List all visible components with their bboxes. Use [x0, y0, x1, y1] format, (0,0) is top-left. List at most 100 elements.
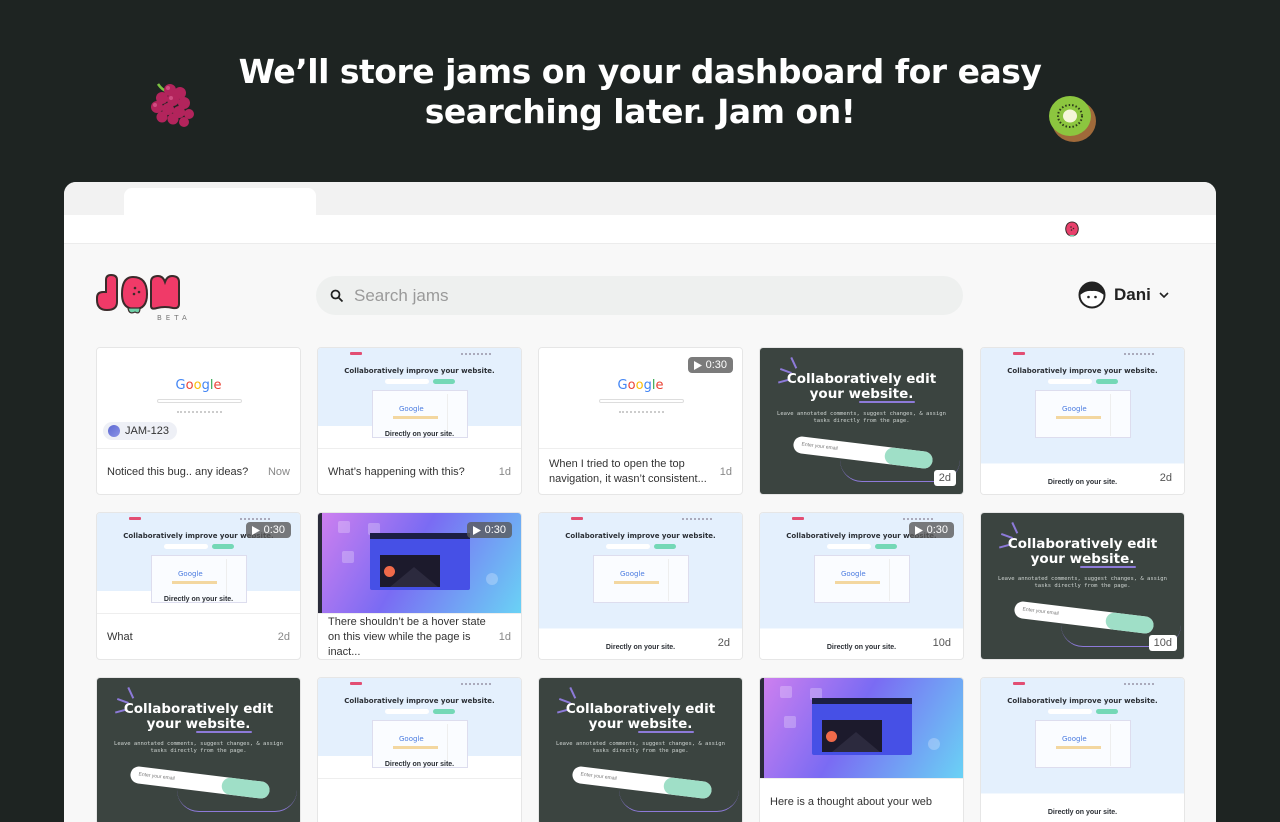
thumb-headline: Collaboratively improve your website. — [344, 697, 495, 705]
thumb-headline: Collaboratively improve your website. — [1007, 367, 1158, 375]
thumb-edge — [760, 678, 764, 778]
underline-stroke — [638, 731, 694, 733]
thumb-headline-line-2: your website. — [1030, 551, 1135, 567]
card-footer: There shouldn’t be a hover state on this… — [318, 613, 521, 659]
jam-card[interactable]: 0:30 There shouldn’t be a hover state on… — [317, 512, 522, 660]
jam-card[interactable]: Collaboratively edit your website. Leave… — [980, 512, 1185, 660]
thumb-subtext-line-2: tasks directly from the page. — [592, 748, 689, 754]
play-icon — [472, 525, 481, 535]
linear-icon — [108, 425, 120, 437]
illustration-mountain — [390, 567, 438, 587]
thumb-input — [606, 544, 650, 549]
jam-card[interactable]: Collaboratively improve your website. Go… — [317, 677, 522, 822]
underline-stroke — [1080, 566, 1136, 568]
jam-time: Now — [267, 465, 290, 478]
thumb-sidebar — [226, 559, 244, 601]
thumb-subtext-line-1: Leave annotated comments, suggest change… — [777, 411, 946, 417]
thumb-arrow — [619, 790, 739, 812]
sparkle-line — [790, 356, 798, 369]
jam-card[interactable]: Collaboratively edit your website. Leave… — [759, 347, 964, 495]
user-menu[interactable]: Dani — [1078, 281, 1169, 309]
thumb-screenshot: Google — [593, 555, 689, 603]
thumb-button — [1096, 379, 1118, 384]
sparkle-line — [127, 686, 135, 699]
thumb-input — [164, 544, 208, 549]
thumb-footer-text: Directly on your site. — [384, 431, 455, 438]
browser-tab[interactable] — [124, 188, 316, 216]
thumb-sidebar — [447, 724, 465, 766]
thumbnail-landing-light: Collaboratively improve your website. Go… — [97, 513, 300, 613]
jam-card[interactable]: Google 0:30 When I tried to open the top… — [538, 347, 743, 495]
thumb-subtext: Leave annotated comments, suggest change… — [760, 411, 963, 425]
jam-card[interactable]: Collaboratively improve your website. Go… — [980, 677, 1185, 822]
thumbnail-landing-dark: Collaboratively edit your website. Leave… — [760, 348, 963, 494]
user-name: Dani — [1114, 285, 1151, 304]
jam-logo[interactable]: BETA — [95, 274, 195, 322]
mini-logo — [571, 517, 583, 520]
thumb-button — [212, 544, 234, 549]
thumb-subtext-line-1: Leave annotated comments, suggest change… — [998, 576, 1167, 582]
sparkle-line — [569, 686, 577, 699]
thumb-sidebar — [668, 559, 686, 601]
thumb-google-logo: Google — [1062, 405, 1087, 413]
kiwi-icon — [1049, 96, 1096, 142]
mini-logo — [1013, 352, 1025, 355]
thumb-subtext: Leave annotated comments, suggest change… — [981, 576, 1184, 590]
mini-logo — [1013, 682, 1025, 685]
thumb-button — [1096, 709, 1118, 714]
video-duration-badge: 0:30 — [908, 522, 954, 538]
thumb-email-placeholder: Enter your email — [138, 771, 176, 782]
thumb-subtext-line-1: Leave annotated comments, suggest change… — [114, 741, 283, 747]
thumb-footer-text: Directly on your site. — [1047, 479, 1118, 486]
thumb-subtext-line-2: tasks directly from the page. — [1034, 583, 1131, 589]
thumb-headline-line-1: Collaboratively edit — [786, 371, 937, 387]
mini-logo — [350, 352, 362, 355]
mini-nav — [682, 518, 712, 520]
thumbnail-landing-light: Collaboratively improve your website. Go… — [539, 513, 742, 659]
mini-logo — [792, 517, 804, 520]
thumb-headline: Collaboratively edit your website. — [539, 702, 742, 732]
thumbnail-landing-dark: Collaboratively edit your website. Leave… — [97, 678, 300, 822]
jam-title: There shouldn’t be a hover state on this… — [328, 615, 486, 658]
underline-stroke — [196, 731, 252, 733]
google-buttons — [619, 411, 664, 414]
search-input[interactable] — [354, 285, 914, 306]
thumb-google-logo: Google — [620, 570, 645, 578]
jam-card[interactable]: Google JAM-123 Noticed this bug.. any id… — [96, 347, 301, 495]
thumbnail-google: Google 0:30 — [539, 348, 742, 448]
thumb-footer-text: Directly on your site. — [163, 596, 234, 603]
jam-dashboard: BETA Dani Google JAM-123 Noticed this b — [64, 244, 1216, 822]
video-duration-badge: 0:30 — [245, 522, 291, 538]
thumb-headline: Collaboratively edit your website. — [981, 537, 1184, 567]
jam-extension-icon[interactable] — [1064, 221, 1080, 238]
jam-card[interactable]: Collaboratively improve your website. Go… — [759, 512, 964, 660]
google-buttons — [177, 411, 222, 414]
avatar — [1078, 281, 1106, 309]
illustration-mountain — [832, 732, 880, 752]
jam-card[interactable]: Collaboratively improve your website. Go… — [317, 347, 522, 495]
jam-card[interactable]: Collaboratively improve your website. Go… — [538, 512, 743, 660]
thumb-google-logo: Google — [841, 570, 866, 578]
thumbnail-illustration — [760, 678, 963, 778]
card-footer: Here is a thought about your web — [760, 778, 963, 822]
thumb-subtext-line-1: Leave annotated comments, suggest change… — [556, 741, 725, 747]
jam-card[interactable]: Collaboratively improve your website. Go… — [980, 347, 1185, 495]
jam-card[interactable]: Collaboratively improve your website. Go… — [96, 512, 301, 660]
deco-square — [784, 716, 796, 728]
video-duration: 0:30 — [484, 524, 506, 536]
time-badge: 2d — [933, 470, 956, 486]
search-icon — [330, 289, 344, 302]
jam-card[interactable]: Collaboratively edit your website. Leave… — [96, 677, 301, 822]
deco-square — [338, 521, 350, 533]
linear-issue-chip[interactable]: JAM-123 — [103, 422, 178, 440]
thumb-edge — [318, 513, 322, 613]
thumb-subtext-line-2: tasks directly from the page. — [150, 748, 247, 754]
beta-label: BETA — [157, 314, 191, 322]
jam-card[interactable]: Collaboratively edit your website. Leave… — [538, 677, 743, 822]
play-icon — [693, 360, 702, 370]
illustration-window-bar — [370, 533, 470, 539]
time-badge: 2d — [712, 635, 735, 651]
jam-card[interactable]: Here is a thought about your web — [759, 677, 964, 822]
video-duration-badge: 0:30 — [466, 522, 512, 538]
thumb-subtext-line-2: tasks directly from the page. — [813, 418, 910, 424]
